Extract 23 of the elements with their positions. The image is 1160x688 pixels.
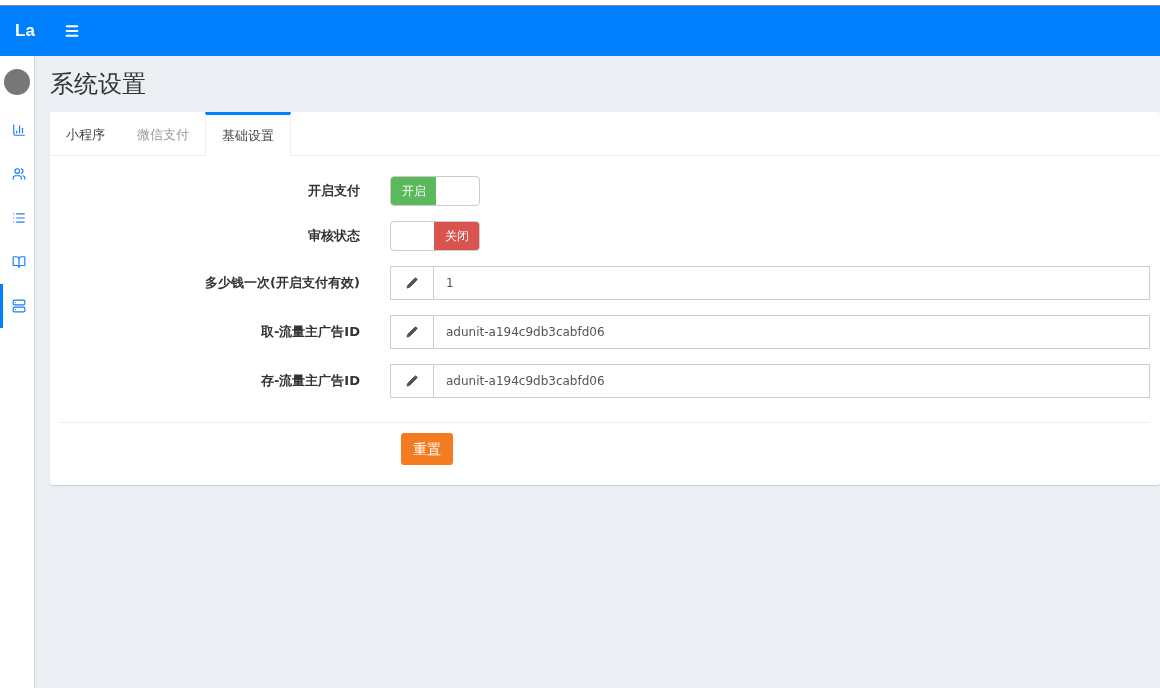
server-icon xyxy=(11,299,26,313)
tab[interactable]: 小程序 xyxy=(50,112,121,155)
book-icon xyxy=(11,255,26,269)
pencil-icon xyxy=(406,375,418,387)
field-label: 开启支付 xyxy=(307,182,361,201)
list-icon xyxy=(11,211,26,225)
logo: La xyxy=(14,20,36,43)
field-label: 取-流量主广告ID xyxy=(259,323,361,342)
page-title: 系统设置 xyxy=(50,69,146,100)
pencil-icon xyxy=(406,277,418,289)
avatar-icon xyxy=(4,69,30,95)
input-field[interactable]: 1 xyxy=(434,266,1150,300)
toggle-switch[interactable]: 关闭 xyxy=(390,221,480,251)
input-field[interactable]: adunit-a194c9db3cabfd06 xyxy=(434,364,1150,398)
pencil-icon xyxy=(406,326,418,338)
field-label: 存-流量主广告ID xyxy=(259,372,361,391)
chart-icon xyxy=(11,123,26,137)
menu-icon[interactable] xyxy=(64,23,80,39)
users-icon xyxy=(11,167,26,181)
field-label: 审核状态 xyxy=(307,227,361,246)
input-field[interactable]: adunit-a194c9db3cabfd06 xyxy=(434,315,1150,349)
field-label: 多少钱一次(开启支付有效) xyxy=(204,274,361,293)
tab[interactable]: 基础设置 xyxy=(205,112,291,156)
